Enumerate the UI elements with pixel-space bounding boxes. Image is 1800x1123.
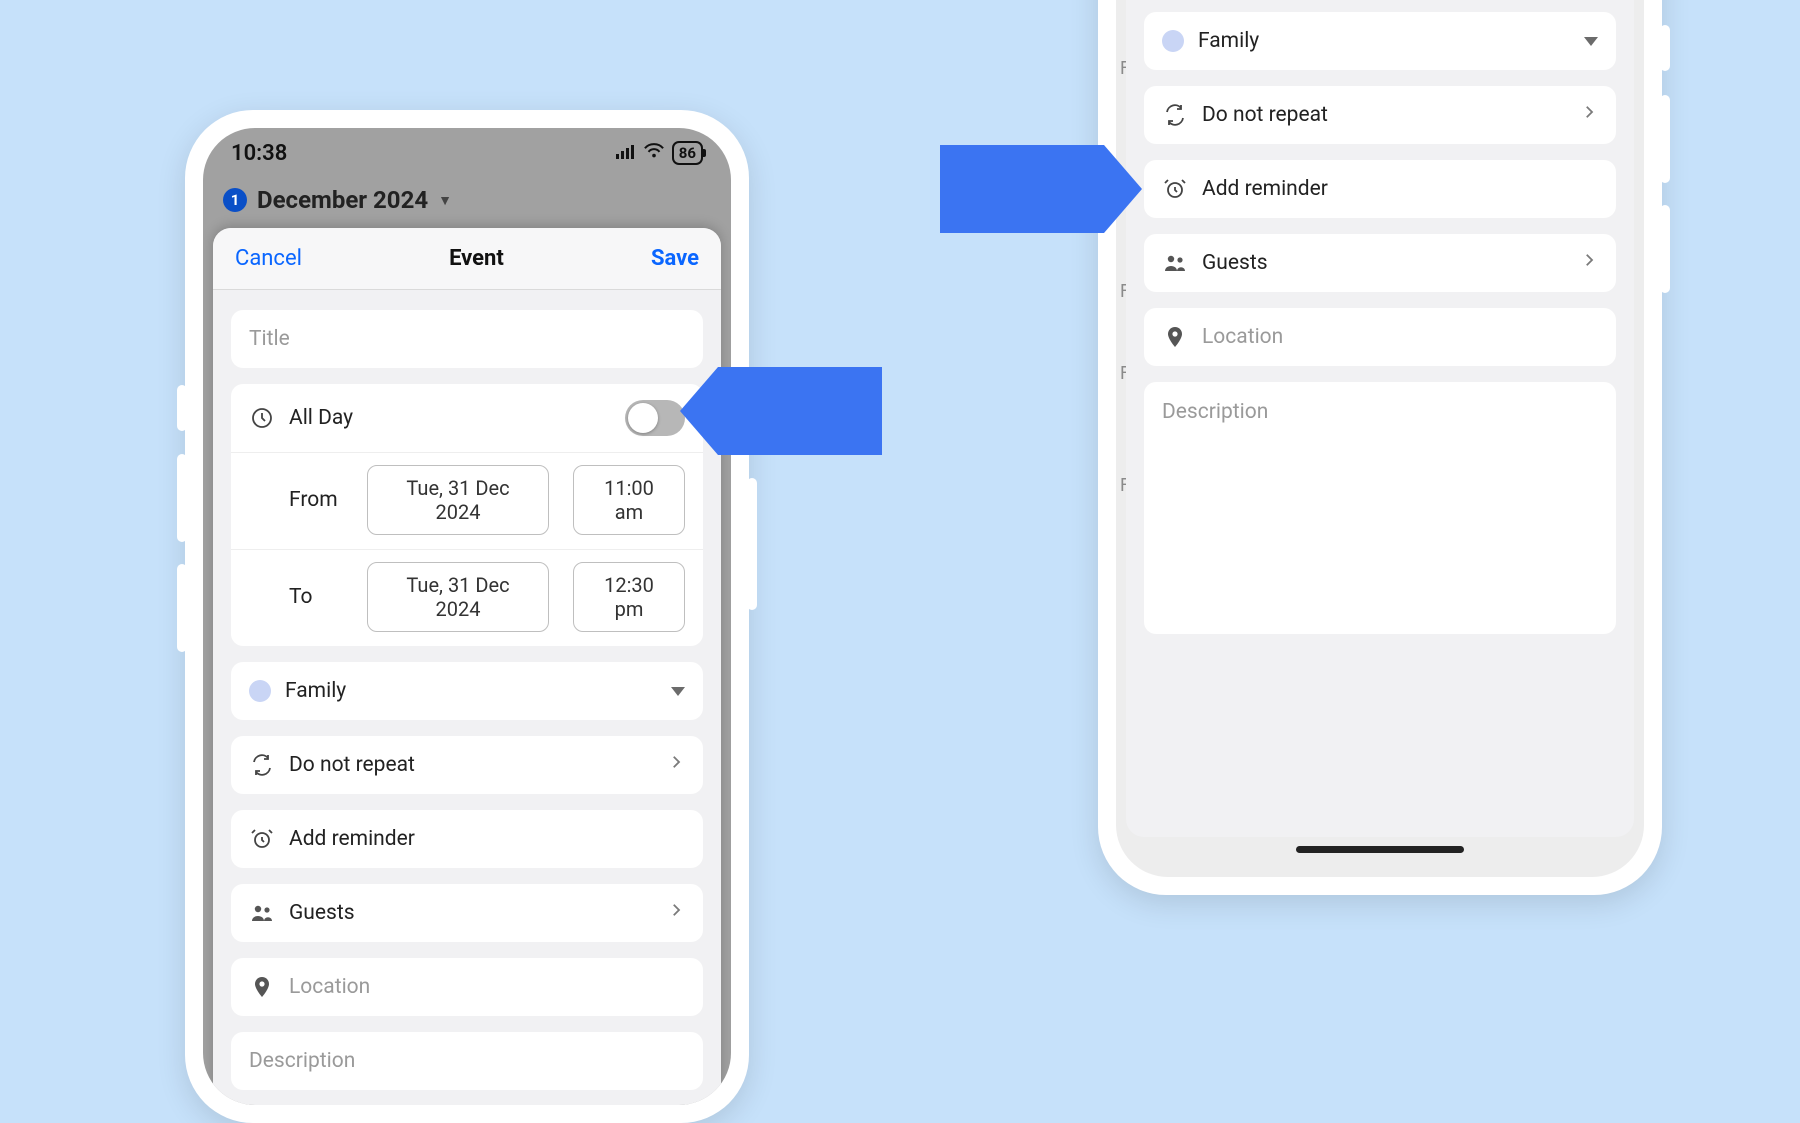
datetime-card: All Day From Tue, 31 Dec 2024 11:00 am T…	[231, 384, 703, 646]
home-indicator[interactable]	[1296, 846, 1464, 853]
description-card: Description	[231, 1032, 703, 1090]
location-pin-icon	[249, 974, 275, 1000]
location-card: Location	[1144, 308, 1616, 366]
to-label: To	[289, 585, 353, 609]
phone-side-button	[177, 564, 187, 652]
phone-side-button	[1660, 25, 1670, 71]
all-day-row: All Day	[231, 384, 703, 452]
alarm-icon	[1162, 176, 1188, 202]
phone-mockup-left: 10:38 86 1 December 2024 ▼	[185, 110, 749, 1123]
calendar-name: Family	[285, 679, 657, 703]
to-time-picker[interactable]: 12:30 pm	[573, 562, 685, 632]
repeat-picker[interactable]: Do not repeat	[231, 736, 703, 794]
from-time-picker[interactable]: 11:00 am	[573, 465, 685, 535]
location-input[interactable]: Location	[1144, 308, 1616, 366]
phone-side-button	[1660, 205, 1670, 293]
repeat-icon	[249, 752, 275, 778]
guests-card: Guests	[231, 884, 703, 942]
phone-screen: 10:38 86 1 December 2024 ▼	[203, 128, 731, 1105]
from-date-picker[interactable]: Tue, 31 Dec 2024	[367, 465, 549, 535]
repeat-picker[interactable]: Do not repeat	[1144, 86, 1616, 144]
save-button[interactable]: Save	[651, 246, 699, 271]
reminder-card: Add reminder	[231, 810, 703, 868]
title-card: Title	[231, 310, 703, 368]
people-icon	[249, 900, 275, 926]
phone-side-button	[177, 385, 187, 431]
calendar-month-header[interactable]: 1 December 2024 ▼	[203, 178, 731, 226]
add-reminder-button[interactable]: Add reminder	[231, 810, 703, 868]
guests-label: Guests	[1202, 251, 1566, 275]
month-title: December 2024	[257, 186, 428, 214]
repeat-icon	[1162, 102, 1188, 128]
calendar-color-dot	[249, 680, 271, 702]
chevron-down-icon: ▼	[438, 192, 452, 209]
description-placeholder: Description	[1162, 400, 1268, 424]
all-day-toggle[interactable]	[625, 400, 685, 436]
calendar-card: Family	[231, 662, 703, 720]
location-pin-icon	[1162, 324, 1188, 350]
reminder-label: Add reminder	[1202, 177, 1598, 201]
guests-picker[interactable]: Guests	[1144, 234, 1616, 292]
sheet-title: Event	[449, 246, 504, 271]
repeat-card: Do not repeat	[1144, 86, 1616, 144]
phone-side-button	[1660, 95, 1670, 183]
reminder-label: Add reminder	[289, 827, 685, 851]
phone-side-button	[747, 478, 757, 610]
location-placeholder: Location	[1202, 325, 1598, 349]
all-day-label: All Day	[289, 406, 611, 430]
chevron-down-icon	[1584, 37, 1598, 46]
chevron-right-icon	[667, 753, 685, 777]
phone-mockup-right: F F F F F From Tue, 31 Dec 2024 11:00 am…	[1098, 0, 1662, 895]
battery-level: 86	[672, 141, 703, 165]
account-badge: 1	[223, 188, 247, 212]
event-editor-sheet: Cancel Event Save Title	[213, 228, 721, 1105]
from-label: From	[289, 488, 353, 512]
description-input[interactable]: Description	[231, 1032, 703, 1090]
to-date-picker[interactable]: Tue, 31 Dec 2024	[367, 562, 549, 632]
status-bar: 10:38 86	[203, 128, 731, 178]
guests-card: Guests	[1144, 234, 1616, 292]
phone-side-button	[177, 454, 187, 542]
callout-arrow	[940, 145, 1142, 233]
add-reminder-button[interactable]: Add reminder	[1144, 160, 1616, 218]
alarm-icon	[249, 826, 275, 852]
location-card: Location	[231, 958, 703, 1016]
title-input[interactable]: Title	[231, 310, 703, 368]
event-editor-sheet: From Tue, 31 Dec 2024 11:00 am To Tue, 3…	[1126, 0, 1634, 837]
calendar-name: Family	[1198, 29, 1570, 53]
sheet-header: Cancel Event Save	[213, 228, 721, 290]
repeat-card: Do not repeat	[231, 736, 703, 794]
calendar-picker[interactable]: Family	[1144, 12, 1616, 70]
guests-label: Guests	[289, 901, 653, 925]
chevron-down-icon	[671, 687, 685, 696]
clock-icon	[249, 405, 275, 431]
reminder-card: Add reminder	[1144, 160, 1616, 218]
repeat-label: Do not repeat	[289, 753, 653, 777]
location-placeholder: Location	[289, 975, 685, 999]
calendar-card: Family	[1144, 12, 1616, 70]
cell-signal-icon	[616, 144, 636, 163]
repeat-label: Do not repeat	[1202, 103, 1566, 127]
from-row: From Tue, 31 Dec 2024 11:00 am	[231, 452, 703, 549]
callout-arrow	[680, 367, 882, 455]
calendar-color-dot	[1162, 30, 1184, 52]
chevron-right-icon	[1580, 251, 1598, 275]
cancel-button[interactable]: Cancel	[235, 246, 302, 271]
chevron-right-icon	[667, 901, 685, 925]
title-placeholder: Title	[249, 327, 685, 351]
people-icon	[1162, 250, 1188, 276]
wifi-icon	[644, 143, 664, 163]
to-row: To Tue, 31 Dec 2024 12:30 pm	[231, 549, 703, 646]
status-icons: 86	[616, 141, 703, 165]
description-input[interactable]: Description	[1144, 382, 1616, 634]
calendar-picker[interactable]: Family	[231, 662, 703, 720]
chevron-right-icon	[1580, 103, 1598, 127]
guests-picker[interactable]: Guests	[231, 884, 703, 942]
description-placeholder: Description	[249, 1049, 685, 1073]
status-time: 10:38	[231, 141, 287, 166]
location-input[interactable]: Location	[231, 958, 703, 1016]
phone-screen: F F F F F From Tue, 31 Dec 2024 11:00 am…	[1116, 0, 1644, 877]
